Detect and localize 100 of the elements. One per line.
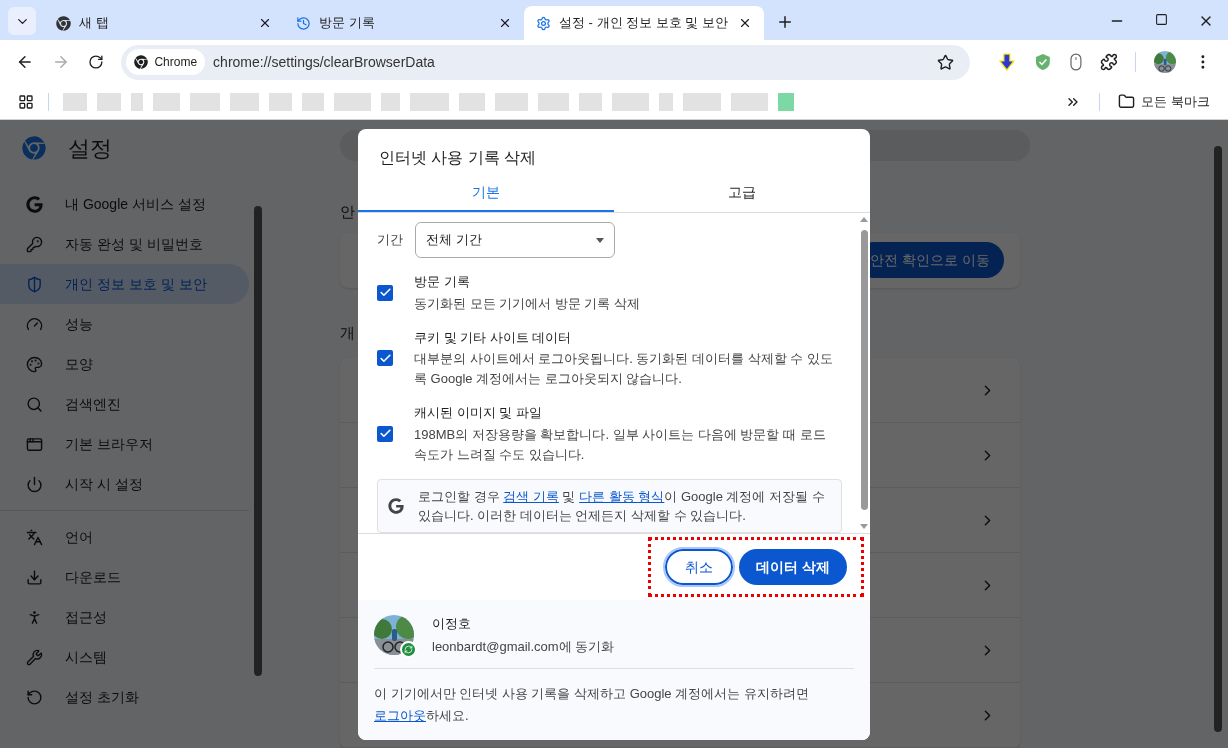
url-text: chrome://settings/clearBrowserData <box>213 52 436 72</box>
reload-icon[interactable] <box>87 54 104 70</box>
nav-item[interactable]: 설정 초기화 <box>0 677 250 717</box>
back-icon[interactable] <box>16 53 34 71</box>
dialog-tab[interactable]: 고급 <box>614 174 870 212</box>
scroll-up-icon[interactable] <box>860 217 868 222</box>
link[interactable]: 로그아웃 <box>374 708 426 723</box>
google-icon <box>26 195 43 213</box>
checkbox[interactable] <box>377 350 393 367</box>
tab-title: 설정 - 개인 정보 보호 및 보안 <box>559 14 729 33</box>
close-icon[interactable] <box>738 16 752 30</box>
gauge-icon <box>26 315 43 333</box>
nav-label: 성능 <box>65 314 93 334</box>
translate-icon <box>26 528 43 546</box>
option-description: 대부분의 사이트에서 로그아웃됩니다. 동기화된 데이터를 삭제할 수 있도록 Google 계정에서는 로그아웃되지 않습니다. <box>414 350 834 388</box>
link[interactable]: 검색 기록 <box>503 488 559 504</box>
option-title: 쿠키 및 기타 사이트 데이터 <box>414 328 573 347</box>
nav-item[interactable]: 시작 시 설정 <box>0 464 250 504</box>
puzzle-icon[interactable] <box>1099 53 1118 71</box>
scrollbar[interactable] <box>254 206 262 676</box>
tab-search-button[interactable] <box>8 7 36 35</box>
browser-tab[interactable]: 새 탭 <box>44 6 284 40</box>
checkbox[interactable] <box>377 425 393 442</box>
nav-label: 검색엔진 <box>65 394 121 414</box>
reset-icon <box>26 688 43 706</box>
nav-item[interactable]: 내 Google 서비스 설정 <box>0 184 250 224</box>
download-arrow-icon[interactable] <box>998 53 1016 71</box>
nav-item[interactable]: 검색엔진 <box>0 384 250 424</box>
nav-label: 시스템 <box>65 647 107 667</box>
nav-label: 모양 <box>65 354 93 374</box>
sync-status: leonbardt@gmail.com에 동기화 <box>432 637 615 656</box>
time-range-dropdown[interactable]: 전체 기간 <box>415 222 615 258</box>
apps-icon[interactable] <box>18 93 34 110</box>
browser-tab[interactable]: 방문 기록 <box>284 6 524 40</box>
dropdown-caret-icon <box>596 237 604 243</box>
chrome-icon <box>134 55 149 69</box>
nav-item[interactable]: 기본 브라우저 <box>0 424 250 464</box>
blurred-bookmark[interactable] <box>777 92 794 111</box>
time-range-label: 기간 <box>377 231 403 250</box>
tab-title: 방문 기록 <box>319 14 376 33</box>
info-text: 로그인할 경우 검색 기록 및 다른 활동 형식 이 Google 계정에 저장될 수 있습니다. 이러한 데이터는 언제든지 삭제할 수 있습니다. <box>418 487 826 525</box>
account-name: 이정호 <box>432 615 472 633</box>
nav-label: 시작 시 설정 <box>65 474 143 494</box>
dialog-title: 인터넷 사용 기록 삭제 <box>379 148 537 168</box>
check-icon <box>378 351 392 365</box>
option-title: 캐시된 이미지 및 파일 <box>414 404 543 422</box>
delete-data-button[interactable]: 데이터 삭제 <box>739 549 847 585</box>
maximize-icon[interactable] <box>1155 13 1168 26</box>
settings-title: 설정 <box>68 134 112 163</box>
all-bookmarks-button[interactable]: 모든 북마크 <box>1118 91 1210 112</box>
history-icon <box>296 15 311 31</box>
mouse-icon[interactable] <box>1069 53 1082 71</box>
link[interactable]: 다른 활동 형식 <box>579 488 665 504</box>
download-icon <box>26 568 43 586</box>
close-icon[interactable] <box>258 16 272 30</box>
nav-label: 내 Google 서비스 설정 <box>65 194 206 214</box>
shield-icon <box>26 275 43 293</box>
nav-item[interactable]: 개인 정보 보호 및 보안 <box>0 264 250 304</box>
google-icon <box>388 497 404 514</box>
chrome-icon <box>56 15 71 31</box>
cancel-button[interactable]: 취소 <box>665 549 734 585</box>
tab-title: 새 탭 <box>79 14 110 33</box>
nav-item[interactable]: 언어 <box>0 517 250 557</box>
nav-item[interactable]: 자동 완성 및 비밀번호 <box>0 224 250 264</box>
page-scrollbar[interactable] <box>1214 146 1222 732</box>
nav-label: 다운로드 <box>65 567 121 587</box>
sync-badge-icon <box>400 641 417 658</box>
bookmark-star-icon[interactable] <box>937 53 955 71</box>
nav-item[interactable]: 성능 <box>0 304 250 344</box>
nav-label: 언어 <box>65 527 93 547</box>
close-icon[interactable] <box>498 16 512 30</box>
nav-label: 자동 완성 및 비밀번호 <box>65 234 203 254</box>
profile-avatar[interactable] <box>1154 51 1177 73</box>
chrome-logo-icon <box>22 136 46 160</box>
wrench-icon <box>26 648 43 666</box>
palette-icon <box>26 355 43 373</box>
key-icon <box>26 235 43 253</box>
scroll-down-icon[interactable] <box>860 524 868 529</box>
dialog-tab[interactable]: 기본 <box>358 174 614 212</box>
dialog-scrollbar[interactable] <box>860 230 868 510</box>
nav-item[interactable]: 모양 <box>0 344 250 384</box>
nav-item[interactable]: 접근성 <box>0 597 250 637</box>
browser-tab[interactable]: 설정 - 개인 정보 보호 및 보안 <box>524 6 764 40</box>
address-bar[interactable]: Chrome chrome://settings/clearBrowserData <box>121 44 971 80</box>
nav-item[interactable]: 다운로드 <box>0 557 250 597</box>
nav-label: 설정 초기화 <box>65 687 139 707</box>
chrome-chip[interactable]: Chrome <box>126 49 206 75</box>
shield-check-icon[interactable] <box>1033 53 1052 71</box>
new-tab-icon[interactable] <box>776 13 794 31</box>
option-description: 198MB의 저장용량을 확보합니다. 일부 사이트는 다음에 방문할 때 로드 속도가 느려질 수도 있습니다. <box>414 425 827 464</box>
section-heading: 안 <box>340 201 355 222</box>
nav-label: 기본 브라우저 <box>65 434 153 454</box>
signout-note: 이 기기에서만 인터넷 사용 기록을 삭제하고 Google 계정에서는 유지하려면 로그아웃하세요. <box>374 685 810 725</box>
section-heading: 개 <box>340 322 355 343</box>
power-icon <box>26 475 43 493</box>
gear-icon <box>536 15 551 31</box>
option-description: 동기화된 모든 기기에서 방문 기록 삭제 <box>414 294 641 313</box>
window-icon <box>26 435 43 453</box>
checkbox[interactable] <box>377 284 393 301</box>
nav-item[interactable]: 시스템 <box>0 637 250 677</box>
